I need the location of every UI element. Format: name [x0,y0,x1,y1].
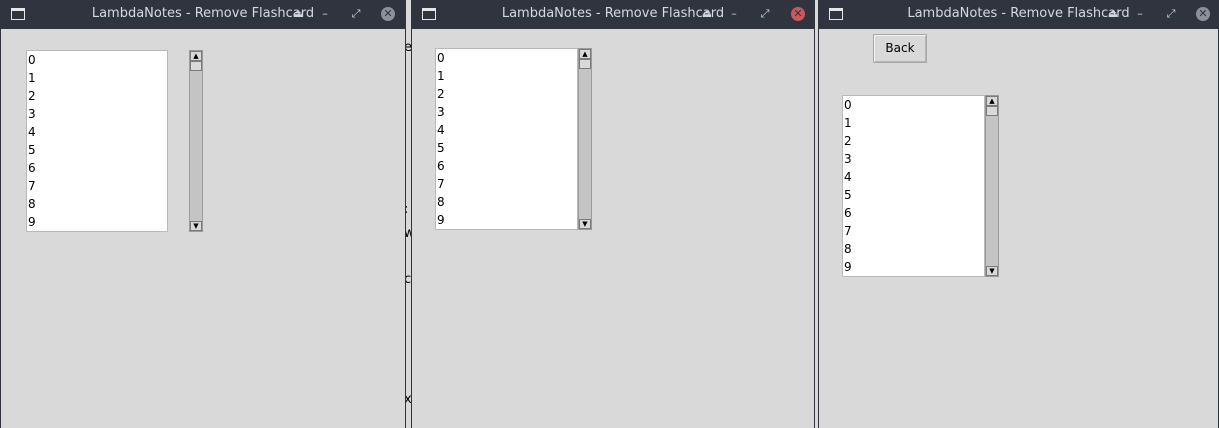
list-item[interactable]: 4 [843,168,984,186]
scroll-down-icon[interactable]: ▼ [190,221,202,231]
titlebar[interactable]: LambdaNotes - Remove Flashcard ⏏ – ⤢ ✕ [412,0,814,29]
list-item[interactable]: 7 [843,222,984,240]
scroll-thumb[interactable] [986,106,998,116]
list-item[interactable]: 0 [843,96,984,114]
list-item[interactable]: 2 [27,87,167,105]
list-item[interactable]: 6 [27,159,167,177]
window-title: LambdaNotes - Remove Flashcard [501,6,725,21]
back-button[interactable]: Back [873,34,927,63]
list-item[interactable]: 2 [843,132,984,150]
close-icon[interactable]: ✕ [1196,7,1210,21]
list-item[interactable]: 5 [843,186,984,204]
list-item[interactable]: 4 [27,123,167,141]
vertical-scrollbar[interactable]: ▲ ▼ [189,50,203,232]
eject-icon[interactable]: ⏏ [1104,5,1122,23]
vertical-scrollbar[interactable]: ▲ ▼ [578,48,592,230]
minimize-icon[interactable]: – [725,5,743,23]
vertical-scrollbar[interactable]: ▲ ▼ [985,95,999,277]
flashcard-listbox[interactable]: 0 1 2 3 4 5 6 7 8 9 [435,48,578,230]
window-title: LambdaNotes - Remove Flashcard [91,6,315,21]
list-item[interactable]: 8 [27,195,167,213]
eject-icon[interactable]: ⏏ [698,5,716,23]
scroll-thumb[interactable] [579,59,591,69]
scroll-thumb[interactable] [190,61,202,71]
list-item[interactable]: 1 [843,114,984,132]
window-3: LambdaNotes - Remove Flashcard ⏏ – ⤢ ✕ B… [818,0,1219,428]
list-item[interactable]: 0 [27,51,167,69]
window-title: LambdaNotes - Remove Flashcard [907,6,1130,21]
list-item[interactable]: 9 [843,258,984,276]
list-item[interactable]: 2 [436,85,577,103]
restore-icon[interactable]: ⤢ [1162,5,1180,23]
scroll-up-icon[interactable]: ▲ [986,96,998,106]
titlebar[interactable]: LambdaNotes - Remove Flashcard ⏏ – ⤢ ✕ [819,0,1218,29]
list-item[interactable]: 6 [843,204,984,222]
titlebar[interactable]: LambdaNotes - Remove Flashcard ⏏ – ⤢ ✕ [1,0,405,29]
close-icon[interactable]: ✕ [791,7,805,21]
list-item[interactable]: 4 [436,121,577,139]
scroll-down-icon[interactable]: ▼ [986,266,998,276]
list-item[interactable]: 9 [436,211,577,229]
restore-icon[interactable]: ⤢ [756,5,774,23]
list-item[interactable]: 1 [27,69,167,87]
flashcard-listbox[interactable]: 0 1 2 3 4 5 6 7 8 9 [26,50,168,232]
close-icon[interactable]: ✕ [381,7,395,21]
flashcard-listbox[interactable]: 0 1 2 3 4 5 6 7 8 9 [842,95,985,277]
scroll-up-icon[interactable]: ▲ [190,51,202,61]
window-1: LambdaNotes - Remove Flashcard ⏏ – ⤢ ✕ 0… [0,0,406,428]
minimize-icon[interactable]: – [1131,5,1149,23]
list-item[interactable]: 8 [843,240,984,258]
list-item[interactable]: 7 [27,177,167,195]
list-item[interactable]: 0 [436,49,577,67]
eject-icon[interactable]: ⏏ [289,5,307,23]
restore-icon[interactable]: ⤢ [347,5,365,23]
window-2: LambdaNotes - Remove Flashcard ⏏ – ⤢ ✕ 0… [411,0,815,428]
list-item[interactable]: 3 [843,150,984,168]
scroll-up-icon[interactable]: ▲ [579,49,591,59]
list-item[interactable]: 6 [436,157,577,175]
list-item[interactable]: 3 [27,105,167,123]
list-item[interactable]: 5 [27,141,167,159]
list-item[interactable]: 3 [436,103,577,121]
scroll-down-icon[interactable]: ▼ [579,219,591,229]
list-item[interactable]: 9 [27,213,167,231]
list-item[interactable]: 1 [436,67,577,85]
list-item[interactable]: 7 [436,175,577,193]
list-item[interactable]: 8 [436,193,577,211]
minimize-icon[interactable]: – [316,5,334,23]
list-item[interactable]: 5 [436,139,577,157]
